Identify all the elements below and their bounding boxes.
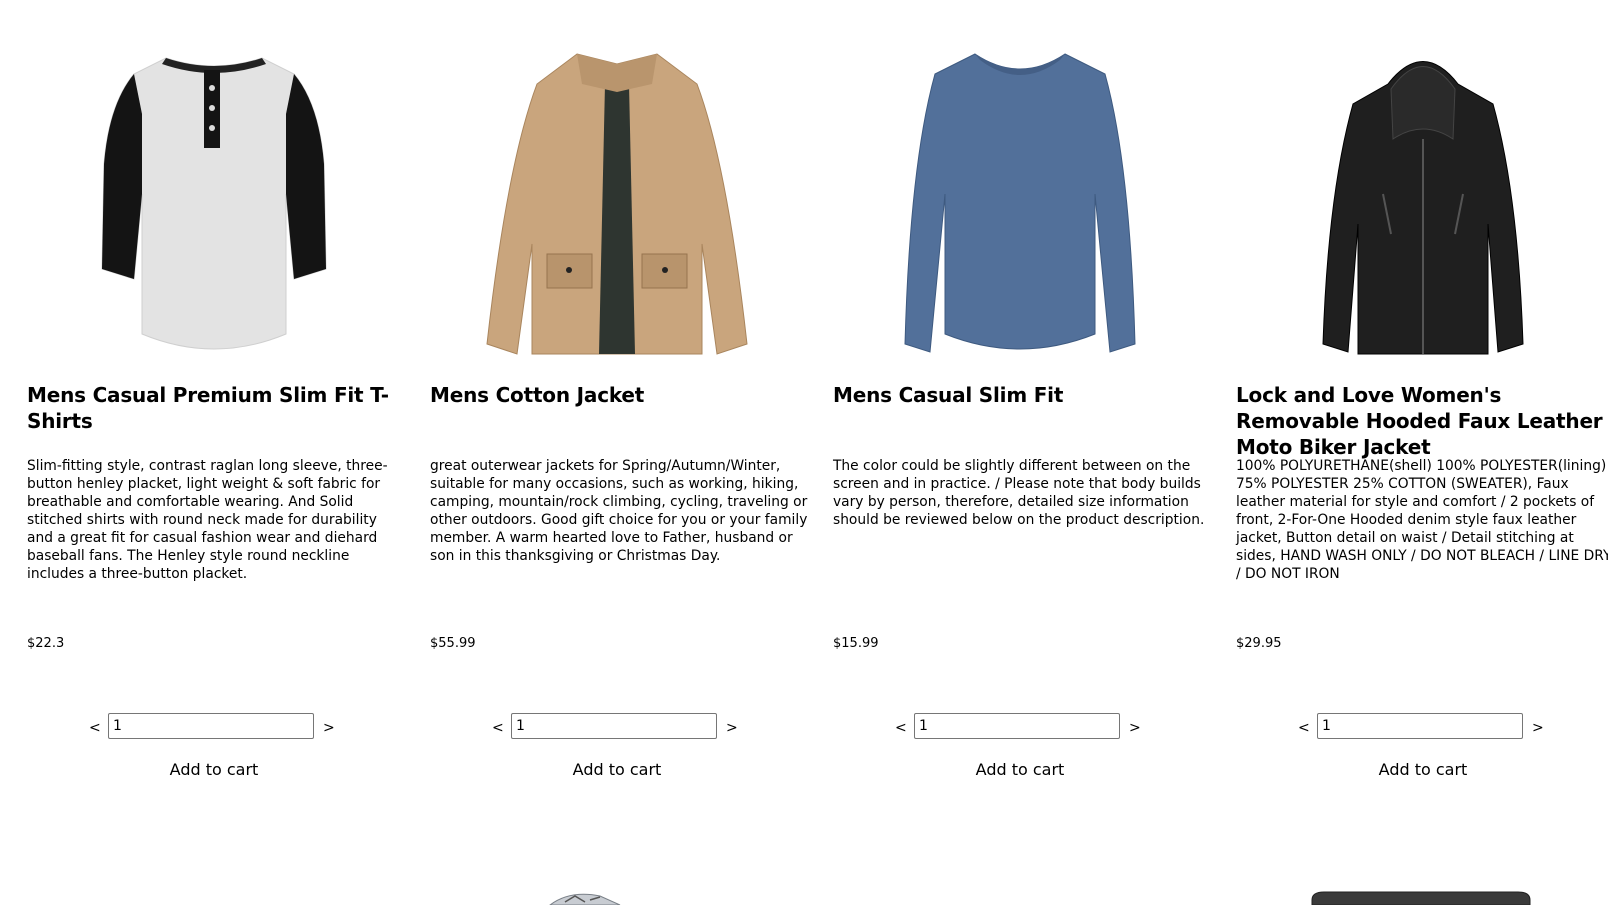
add-to-cart-button[interactable]: Add to cart	[833, 760, 1207, 780]
long-sleeve-shirt-icon	[904, 53, 1136, 353]
increment-button[interactable]: >	[726, 720, 738, 736]
product-price: $29.95	[1236, 636, 1282, 651]
leather-jacket-icon	[1322, 61, 1524, 355]
product-image[interactable]	[27, 44, 401, 364]
increment-button[interactable]: >	[1129, 720, 1141, 736]
quantity-stepper: < >	[1296, 713, 1556, 743]
dark-device-icon	[1311, 891, 1531, 905]
add-to-cart-button[interactable]: Add to cart	[430, 760, 804, 780]
quantity-stepper: < >	[490, 713, 750, 743]
quantity-input[interactable]	[1317, 713, 1523, 739]
product-image[interactable]	[1236, 44, 1608, 364]
product-card: Lock and Love Women's Removable Hooded F…	[1236, 0, 1608, 800]
product-price: $15.99	[833, 636, 879, 651]
add-to-cart-button[interactable]: Add to cart	[27, 760, 401, 780]
product-description: Slim-fitting style, contrast raglan long…	[27, 458, 388, 582]
product-card: Mens Casual Premium Slim Fit T-Shirts Sl…	[27, 0, 401, 800]
product-description: 100% POLYURETHANE(shell) 100% POLYESTER(…	[1236, 458, 1608, 582]
quantity-input[interactable]	[914, 713, 1120, 739]
product-card: Mens Casual Slim Fit The color could be …	[833, 0, 1207, 800]
product-title[interactable]: Mens Casual Slim Fit	[833, 382, 1207, 408]
cotton-jacket-icon	[486, 53, 748, 355]
product-description: great outerwear jackets for Spring/Autum…	[430, 458, 808, 564]
henley-tshirt-icon	[101, 57, 327, 350]
product-card: Mens Cotton Jacket great outerwear jacke…	[430, 0, 807, 800]
product-price: $22.3	[27, 636, 65, 651]
product-title[interactable]: Lock and Love Women's Removable Hooded F…	[1236, 382, 1608, 460]
quantity-input[interactable]	[511, 713, 717, 739]
quantity-stepper: < >	[87, 713, 347, 743]
decrement-button[interactable]: <	[1298, 720, 1310, 736]
product-price: $55.99	[430, 636, 476, 651]
quantity-input[interactable]	[108, 713, 314, 739]
next-row-product-image[interactable]	[540, 890, 630, 905]
decrement-button[interactable]: <	[895, 720, 907, 736]
increment-button[interactable]: >	[1532, 720, 1544, 736]
product-description: The color could be slightly different be…	[833, 458, 1205, 528]
decrement-button[interactable]: <	[492, 720, 504, 736]
add-to-cart-button[interactable]: Add to cart	[1236, 760, 1608, 780]
patterned-item-icon	[549, 893, 621, 905]
next-row-product-image[interactable]	[1310, 890, 1532, 905]
product-title[interactable]: Mens Casual Premium Slim Fit T-Shirts	[27, 382, 401, 434]
product-image[interactable]	[430, 44, 804, 364]
product-title[interactable]: Mens Cotton Jacket	[430, 382, 804, 408]
quantity-stepper: < >	[893, 713, 1153, 743]
increment-button[interactable]: >	[323, 720, 335, 736]
decrement-button[interactable]: <	[89, 720, 101, 736]
product-image[interactable]	[833, 44, 1207, 364]
